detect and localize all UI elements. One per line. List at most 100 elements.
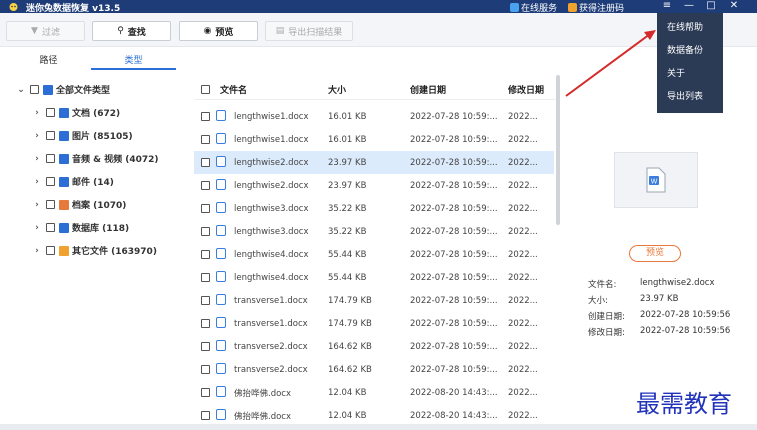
row-filename: transverse1.docx xyxy=(234,295,308,306)
table-row[interactable]: lengthwise4.docx 55.44 KB 2022-07-28 10:59… xyxy=(194,243,554,266)
row-filename: lengthwise2.docx xyxy=(234,157,309,168)
tree-item-images[interactable]: › 图片 (85105) xyxy=(6,124,180,147)
docx-file-icon xyxy=(216,132,226,144)
find-button[interactable]: ⚲ 查找 xyxy=(92,21,171,41)
row-checkbox[interactable] xyxy=(200,388,210,397)
row-size: 35.22 KB xyxy=(328,203,367,214)
row-checkbox[interactable] xyxy=(200,365,210,374)
preview-button[interactable]: ◉ 预览 xyxy=(179,21,258,41)
table-row[interactable]: transverse2.docx 164.62 KB 2022-07-28 10:5… xyxy=(194,335,554,358)
table-row[interactable]: lengthwise2.docx 23.97 KB 2022-07-28 10:59… xyxy=(194,151,554,174)
tree-item-mail[interactable]: › 邮件 (14) xyxy=(6,170,180,193)
checkbox[interactable] xyxy=(46,200,55,209)
preview-action-button[interactable]: 预览 xyxy=(629,245,681,262)
close-button[interactable]: ✕ xyxy=(726,0,742,13)
row-size: 23.97 KB xyxy=(328,180,367,191)
table-row[interactable]: 佛抬哗佛.docx 12.04 KB 2022-08-20 14:43:... 202… xyxy=(194,381,554,404)
meta-filename: 文件名: lengthwise2.docx xyxy=(588,278,715,290)
filter-icon: ▼ xyxy=(31,26,38,36)
row-checkbox[interactable] xyxy=(200,411,210,420)
row-checkbox[interactable] xyxy=(200,135,210,144)
row-checkbox[interactable] xyxy=(200,273,210,282)
tree-item-documents[interactable]: › 文档 (672) xyxy=(6,101,180,124)
row-modified: 2022... xyxy=(508,410,538,421)
checkbox[interactable] xyxy=(46,246,55,255)
row-modified: 2022... xyxy=(508,226,538,237)
filter-button[interactable]: ▼ 过滤 xyxy=(6,21,85,41)
chevron-right-icon[interactable]: › xyxy=(32,154,42,164)
row-modified: 2022... xyxy=(508,341,538,352)
table-row[interactable]: lengthwise2.docx 23.97 KB 2022-07-28 10:59… xyxy=(194,174,554,197)
meta-modified: 修改日期: 2022-07-28 10:59:56 xyxy=(588,326,731,338)
tree-item-other[interactable]: › 其它文件 (163970) xyxy=(6,239,180,262)
chevron-right-icon[interactable]: › xyxy=(32,108,42,118)
menu-item-export-list[interactable]: 导出列表 xyxy=(657,86,723,109)
menu-item-about[interactable]: 关于 xyxy=(657,63,723,86)
row-checkbox[interactable] xyxy=(200,296,210,305)
checkbox[interactable] xyxy=(46,154,55,163)
checkbox[interactable] xyxy=(46,223,55,232)
menu-item-data-backup[interactable]: 数据备份 xyxy=(657,40,723,63)
row-checkbox[interactable] xyxy=(200,181,210,190)
row-checkbox[interactable] xyxy=(200,250,210,259)
docx-file-icon xyxy=(216,178,226,190)
tree-item-database[interactable]: › 数据库 (118) xyxy=(6,216,180,239)
column-header-created[interactable]: 创建日期 xyxy=(410,83,508,96)
document-icon xyxy=(59,107,69,118)
chevron-right-icon[interactable]: › xyxy=(32,223,42,233)
monitor-icon xyxy=(43,84,53,95)
tree-item-audio-video[interactable]: › 音频 & 视频 (4072) xyxy=(6,147,180,170)
checkbox[interactable] xyxy=(46,131,55,140)
chevron-right-icon[interactable]: › xyxy=(32,246,42,256)
row-size: 164.62 KB xyxy=(328,364,372,375)
minimize-button[interactable]: — xyxy=(681,0,697,13)
chevron-right-icon[interactable]: › xyxy=(32,177,42,187)
checkbox[interactable] xyxy=(46,108,55,117)
row-checkbox[interactable] xyxy=(200,204,210,213)
row-modified: 2022... xyxy=(508,203,538,214)
column-header-modified[interactable]: 修改日期 xyxy=(508,83,554,96)
export-results-button[interactable]: ▤ 导出扫描结果 xyxy=(265,21,353,41)
chevron-down-icon[interactable]: ⌄ xyxy=(16,85,26,95)
table-row[interactable]: lengthwise1.docx 16.01 KB 2022-07-28 10:59… xyxy=(194,128,554,151)
table-row[interactable]: lengthwise4.docx 55.44 KB 2022-07-28 10:59… xyxy=(194,266,554,289)
table-row[interactable]: transverse1.docx 174.79 KB 2022-07-28 10:5… xyxy=(194,289,554,312)
tree-item-archives[interactable]: › 档案 (1070) xyxy=(6,193,180,216)
row-checkbox[interactable] xyxy=(200,342,210,351)
checkbox[interactable] xyxy=(30,85,39,94)
service-icon xyxy=(510,3,519,12)
menu-button[interactable]: ≡ xyxy=(659,0,675,13)
menu-item-online-help[interactable]: 在线帮助 xyxy=(657,17,723,40)
preview-thumbnail: W xyxy=(614,152,698,208)
row-modified: 2022... xyxy=(508,387,538,398)
row-checkbox[interactable] xyxy=(200,319,210,328)
row-checkbox[interactable] xyxy=(200,158,210,167)
tab-path[interactable]: 路径 xyxy=(6,54,91,70)
row-modified: 2022... xyxy=(508,111,538,122)
row-checkbox[interactable] xyxy=(200,112,210,121)
column-header-name[interactable]: 文件名 xyxy=(216,83,328,96)
table-row[interactable]: transverse2.docx 164.62 KB 2022-07-28 10:5… xyxy=(194,358,554,381)
tree-item-all[interactable]: ⌄ 全部文件类型 xyxy=(6,78,180,101)
row-created: 2022-07-28 10:59:... xyxy=(410,249,498,260)
table-row[interactable]: lengthwise1.docx 16.01 KB 2022-07-28 10:59… xyxy=(194,105,554,128)
tab-type[interactable]: 类型 xyxy=(91,54,176,70)
docx-file-icon xyxy=(216,408,226,420)
chevron-right-icon[interactable]: › xyxy=(32,200,42,210)
table-row[interactable]: transverse1.docx 174.79 KB 2022-07-28 10:5… xyxy=(194,312,554,335)
row-size: 12.04 KB xyxy=(328,410,367,421)
row-modified: 2022... xyxy=(508,249,538,260)
row-checkbox[interactable] xyxy=(200,227,210,236)
checkbox[interactable] xyxy=(46,177,55,186)
maximize-button[interactable]: □ xyxy=(703,0,719,13)
row-size: 35.22 KB xyxy=(328,226,367,237)
row-modified: 2022... xyxy=(508,180,538,191)
column-header-size[interactable]: 大小 xyxy=(328,83,410,96)
table-row[interactable]: lengthwise3.docx 35.22 KB 2022-07-28 10:59… xyxy=(194,220,554,243)
docx-file-icon xyxy=(216,201,226,213)
chevron-right-icon[interactable]: › xyxy=(32,131,42,141)
select-all-checkbox[interactable] xyxy=(200,85,210,94)
row-created: 2022-07-28 10:59:... xyxy=(410,180,498,191)
table-row[interactable]: lengthwise3.docx 35.22 KB 2022-07-28 10:59… xyxy=(194,197,554,220)
row-filename: lengthwise3.docx xyxy=(234,203,309,214)
